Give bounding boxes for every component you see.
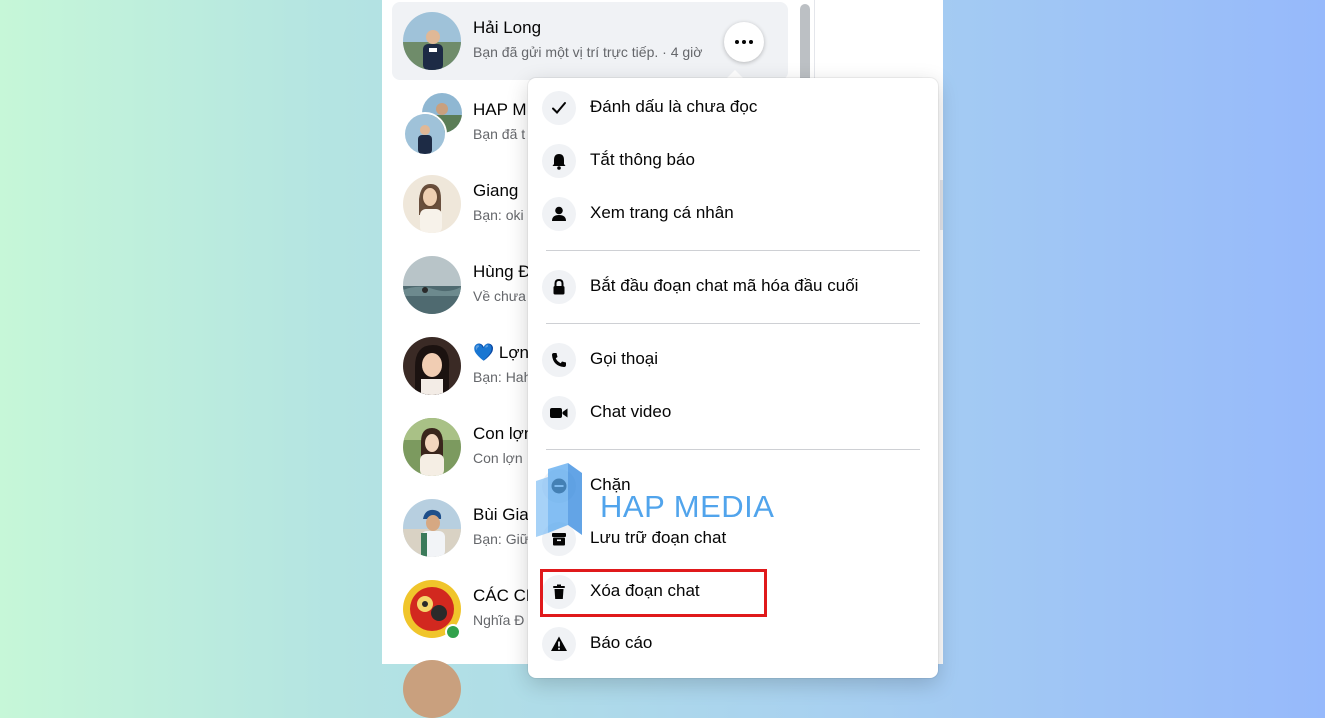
menu-item-label: Lưu trữ đoạn chat: [590, 528, 727, 547]
menu-item-label: Đánh dấu là chưa đọc: [590, 97, 758, 116]
online-indicator: [445, 624, 461, 640]
dot-icon: [742, 40, 746, 44]
menu-item-label: Gọi thoại: [590, 349, 659, 368]
menu-divider: [546, 250, 920, 251]
chat-preview: Bạn: Giữ: [473, 531, 530, 547]
warning-icon: [542, 627, 576, 661]
chat-preview: Bạn đã gửi một vị trí trực tiếp. · 4 giờ: [473, 44, 703, 60]
chat-preview: Con lợn: [473, 450, 523, 466]
chat-name: HAP M: [473, 100, 527, 119]
menu-item-e2ee-chat[interactable]: Bắt đầu đoạn chat mã hóa đầu cuối: [536, 263, 930, 311]
more-options-button[interactable]: [724, 22, 764, 62]
avatar: [403, 12, 461, 70]
dot-icon: [735, 40, 739, 44]
menu-item-video-chat[interactable]: Chat video: [536, 389, 930, 437]
menu-item-label: Báo cáo: [590, 633, 653, 652]
menu-divider: [546, 449, 920, 450]
block-icon: [542, 469, 576, 503]
chat-preview: Bạn đã t: [473, 126, 526, 142]
menu-item-report[interactable]: Báo cáo: [536, 620, 930, 668]
chat-name: Hải Long: [473, 18, 542, 37]
avatar: [403, 175, 461, 233]
menu-item-label: Chat video: [590, 402, 672, 421]
phone-icon: [542, 343, 576, 377]
menu-item-archive[interactable]: Lưu trữ đoạn chat: [536, 515, 930, 563]
panel-edge: [940, 180, 943, 230]
avatar: [403, 112, 447, 156]
menu-item-label: Xem trang cá nhân: [590, 203, 734, 222]
avatar: [403, 337, 461, 395]
chat-name: 💙 Lợn: [473, 343, 529, 362]
menu-item-label: Chặn: [590, 475, 631, 494]
highlight-box: [540, 569, 767, 617]
menu-item-mark-unread[interactable]: Đánh dấu là chưa đọc: [536, 84, 930, 132]
archive-icon: [542, 522, 576, 556]
menu-item-voice-call[interactable]: Gọi thoại: [536, 336, 930, 384]
chat-preview: Bạn: oki: [473, 207, 524, 223]
menu-item-block[interactable]: Chặn: [536, 462, 930, 510]
person-icon: [542, 197, 576, 231]
avatar: [403, 418, 461, 476]
avatar: [403, 499, 461, 557]
video-icon: [542, 396, 576, 430]
chat-item-hai-long[interactable]: Hải Long Bạn đã gửi một vị trí trực tiếp…: [392, 2, 788, 80]
lock-icon: [542, 270, 576, 304]
avatar: [403, 660, 461, 718]
chat-name: Hùng Đ: [473, 262, 531, 281]
menu-divider: [546, 323, 920, 324]
avatar: [403, 256, 461, 314]
menu-item-label: Bắt đầu đoạn chat mã hóa đầu cuối: [590, 276, 859, 295]
dot-icon: [749, 40, 753, 44]
chat-preview: Về chưa: [473, 288, 526, 304]
chat-name: Con lợn: [473, 424, 534, 443]
menu-item-label: Tắt thông báo: [590, 150, 695, 169]
chat-preview: Bạn: Hah: [473, 369, 532, 385]
menu-item-view-profile[interactable]: Xem trang cá nhân: [536, 190, 930, 238]
chat-name: Giang: [473, 181, 519, 200]
chat-preview: Nghĩa Đ: [473, 612, 525, 628]
bell-icon: [542, 144, 576, 178]
check-icon: [542, 91, 576, 125]
chat-name: Bùi Gia: [473, 505, 529, 524]
menu-item-mute[interactable]: Tắt thông báo: [536, 137, 930, 185]
